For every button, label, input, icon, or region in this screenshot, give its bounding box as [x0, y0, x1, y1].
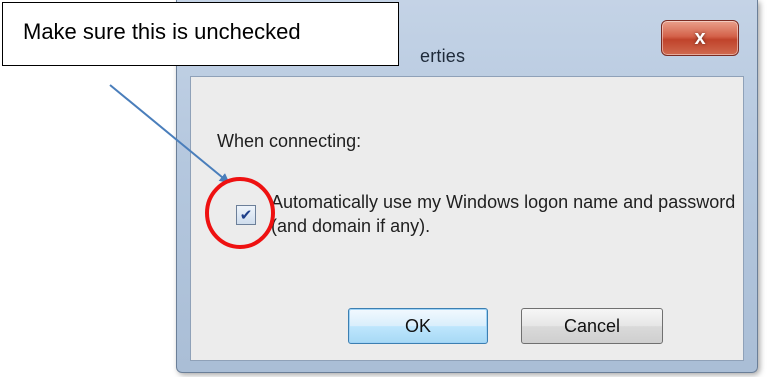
close-button[interactable]: x: [661, 20, 739, 56]
auto-logon-checkbox[interactable]: ✔: [236, 205, 256, 225]
auto-logon-checkbox-label[interactable]: Automatically use my Windows logon name …: [271, 190, 741, 238]
screenshot-stage: x When connecting: ✔ Automatically use m…: [0, 0, 773, 377]
when-connecting-label: When connecting:: [217, 131, 362, 151]
cancel-button[interactable]: Cancel: [521, 308, 663, 344]
close-icon: x: [694, 26, 706, 49]
cancel-button-label: Cancel: [563, 315, 621, 336]
dialog-title: erties: [420, 46, 466, 66]
checkmark-icon: ✔: [239, 206, 253, 224]
ok-button-label: OK: [404, 315, 431, 336]
ok-button[interactable]: OK: [348, 308, 488, 344]
annotation-callout: Make sure this is unchecked: [2, 2, 399, 66]
dialog-client-area: When connecting: ✔ Automatically use my …: [190, 76, 744, 361]
annotation-callout-text: Make sure this is unchecked: [23, 19, 301, 44]
